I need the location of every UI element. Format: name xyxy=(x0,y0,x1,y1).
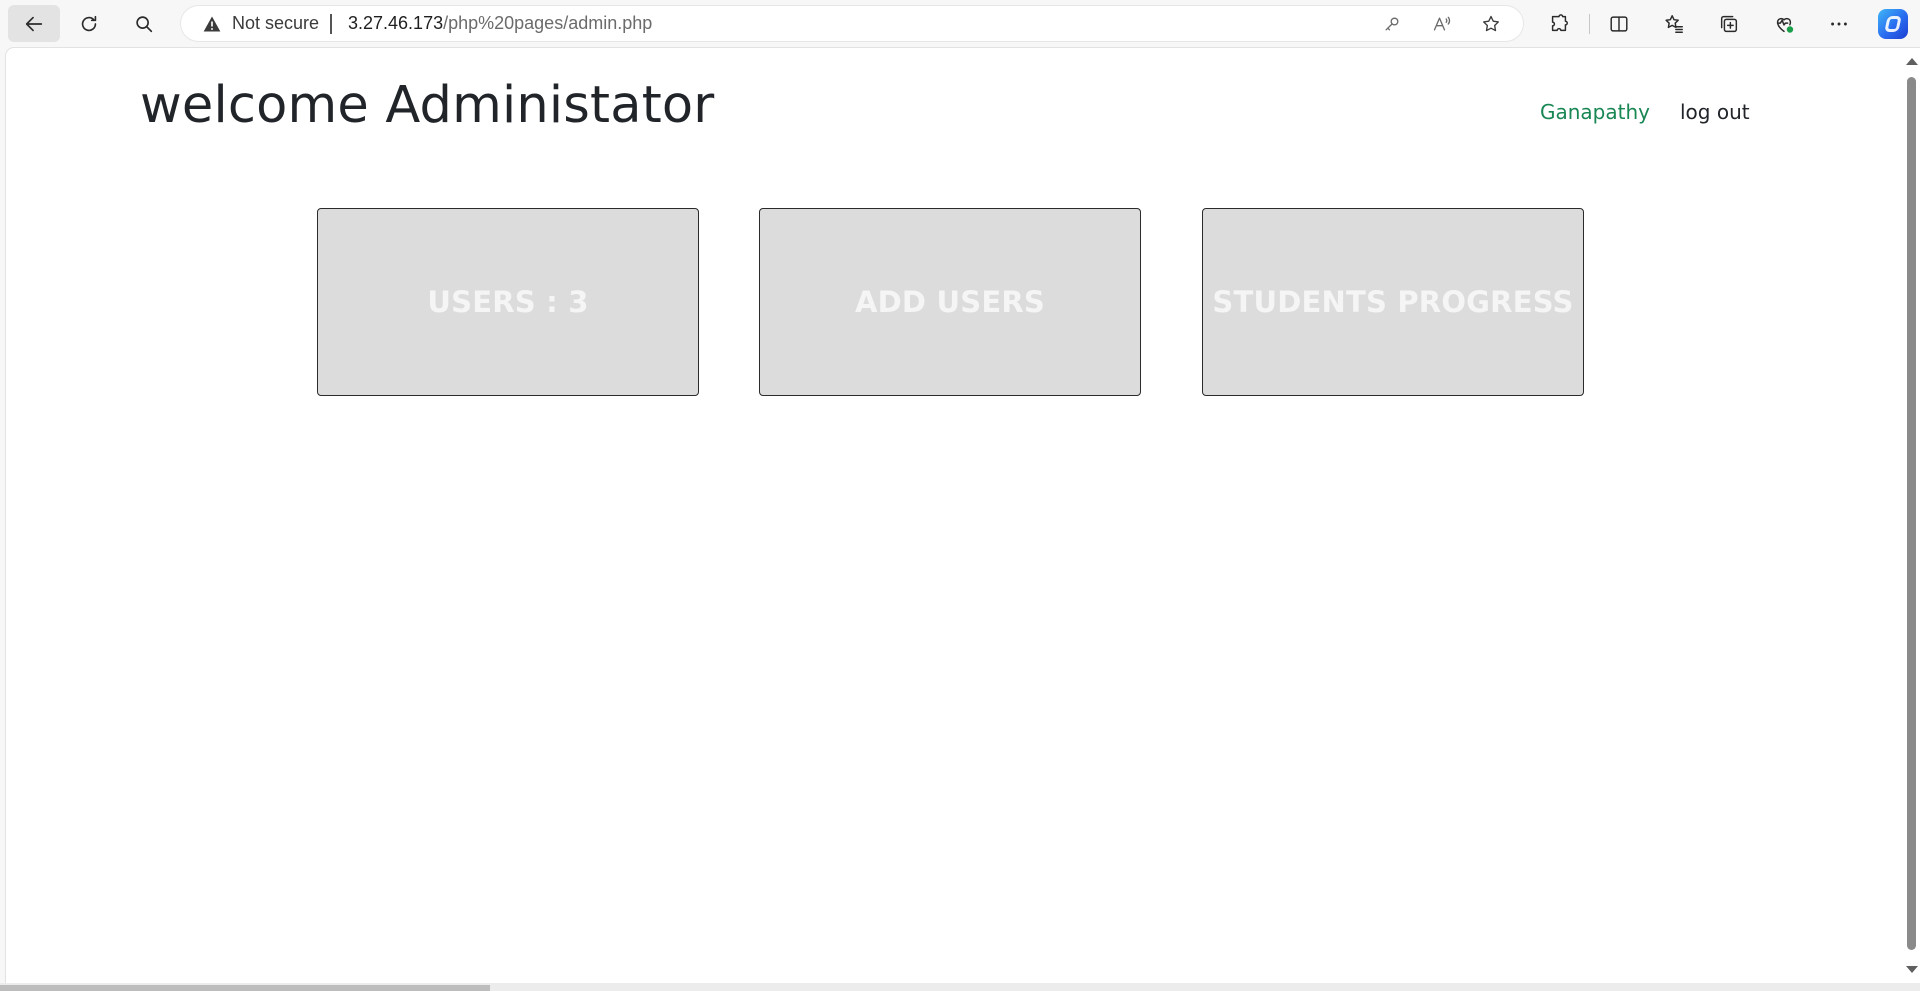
address-separator xyxy=(330,14,332,34)
favorites-button[interactable] xyxy=(1648,5,1700,42)
add-users-label: ADD USERS xyxy=(855,285,1045,319)
vertical-scrollbar[interactable] xyxy=(1902,48,1920,983)
students-progress-label: STUDENTS PROGRESS xyxy=(1212,285,1574,319)
more-button[interactable] xyxy=(1813,5,1865,42)
page-viewport: welcome Administator Ganapathy log out U… xyxy=(6,48,1920,983)
scroll-up-arrow-icon[interactable] xyxy=(1906,58,1918,65)
back-button[interactable] xyxy=(8,5,60,42)
puzzle-icon xyxy=(1551,13,1568,31)
back-arrow-icon xyxy=(25,16,43,31)
scroll-down-arrow-icon[interactable] xyxy=(1906,966,1918,973)
split-screen-button[interactable] xyxy=(1593,5,1645,42)
read-aloud-button[interactable] xyxy=(1430,12,1454,36)
toolbar-divider xyxy=(1589,14,1590,34)
favorites-icon xyxy=(1665,14,1683,33)
address-bar[interactable]: Not secure 3.27.46.173/php%20pages/admin… xyxy=(180,5,1524,42)
split-screen-icon xyxy=(1610,15,1628,32)
students-progress-card[interactable]: STUDENTS PROGRESS xyxy=(1202,208,1584,396)
url-text[interactable]: 3.27.46.173/php%20pages/admin.php xyxy=(348,5,652,42)
browser-essentials-button[interactable] xyxy=(1758,5,1810,42)
star-icon xyxy=(1483,15,1499,32)
key-icon xyxy=(1385,17,1399,31)
password-button[interactable] xyxy=(1380,12,1404,36)
collections-button[interactable] xyxy=(1703,5,1755,42)
add-users-card[interactable]: ADD USERS xyxy=(759,208,1141,396)
favorite-button[interactable] xyxy=(1479,12,1503,36)
warning-icon xyxy=(203,16,221,32)
extensions-button[interactable] xyxy=(1533,5,1585,42)
url-host: 3.27.46.173 xyxy=(348,13,444,33)
refresh-button[interactable] xyxy=(63,5,115,42)
logout-link[interactable]: log out xyxy=(1680,100,1750,124)
collections-icon xyxy=(1720,15,1738,32)
browser-essentials-icon xyxy=(1776,17,1794,33)
read-aloud-icon xyxy=(1433,16,1451,31)
refresh-icon xyxy=(81,15,97,31)
username-link[interactable]: Ganapathy xyxy=(1540,100,1650,124)
copilot-icon[interactable] xyxy=(1878,9,1908,39)
search-icon xyxy=(136,15,153,32)
scrollbar-thumb[interactable] xyxy=(1907,77,1916,950)
browser-toolbar: Not secure 3.27.46.173/php%20pages/admin… xyxy=(0,0,1920,47)
page-title: welcome Administator xyxy=(140,76,715,135)
url-path: /php%20pages/admin.php xyxy=(443,13,653,33)
taskbar-strip xyxy=(0,983,1920,991)
more-icon xyxy=(1831,22,1847,25)
search-button[interactable] xyxy=(118,5,170,42)
users-count-card[interactable]: USERS : 3 xyxy=(317,208,699,396)
users-count-label: USERS : 3 xyxy=(427,285,589,319)
not-secure-label[interactable]: Not secure xyxy=(232,5,319,42)
